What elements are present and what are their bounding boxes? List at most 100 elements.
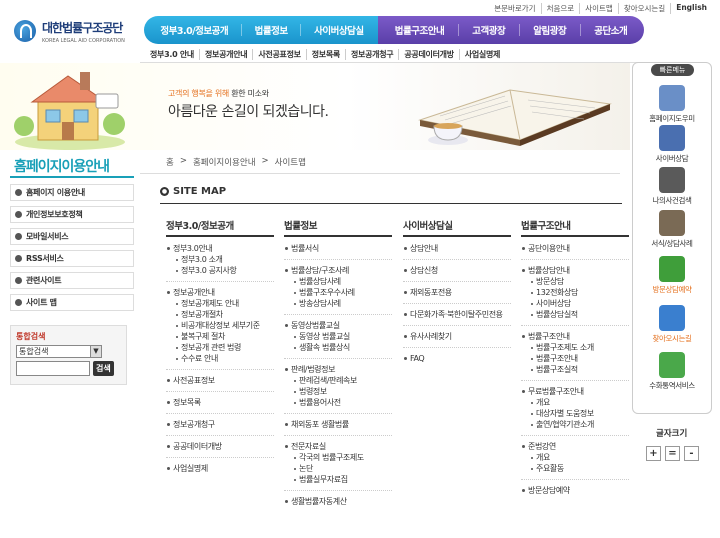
sitemap-column-head[interactable]: 법률정보	[284, 218, 392, 237]
search-scope-select[interactable]: 통합검색 ▼	[16, 345, 102, 358]
sitemap-sublink[interactable]: 대상자별 도움정보	[521, 408, 629, 419]
quick-menu-item[interactable]: 수화통역서비스	[632, 352, 712, 391]
sitemap-sublink[interactable]: 법률구조안내	[521, 353, 629, 364]
quick-menu-item[interactable]: 찾아오시는길	[632, 305, 712, 344]
sitemap-sublink[interactable]: 판례검색/판례속보	[284, 375, 392, 386]
sitemap-sublink[interactable]: 정보공개절차	[166, 309, 274, 320]
sitemap-link[interactable]: 생활법률자동계산	[284, 496, 392, 507]
sitemap-sublink[interactable]: 사이버상담	[521, 298, 629, 309]
subnav-project-name[interactable]: 사업실명제	[458, 49, 505, 60]
sitemap-sublink[interactable]: 방문상담	[521, 276, 629, 287]
sitemap-link[interactable]: 상담안내	[403, 243, 511, 254]
sitemap-sublink[interactable]: 정보공개제도 안내	[166, 298, 274, 309]
sitemap-column-head[interactable]: 사이버상담실	[403, 218, 511, 237]
sitemap-sublink[interactable]: 생활속 법률상식	[284, 342, 392, 353]
sitemap-link[interactable]: 공단이용안내	[521, 243, 629, 254]
font-decrease-button[interactable]: -	[684, 446, 699, 461]
sitemap-link[interactable]: 동영상법률교실	[284, 320, 392, 331]
sitemap-sublink[interactable]: 수수료 안내	[166, 353, 274, 364]
sitemap-link[interactable]: 공공데이터개방	[166, 441, 274, 452]
sitemap-link[interactable]: 법률상담안내	[521, 265, 629, 276]
sitemap-link[interactable]: 상담신청	[403, 265, 511, 276]
sitemap-sublink[interactable]: 법률용어사전	[284, 397, 392, 408]
sitemap-sublink[interactable]: 법률구조실적	[521, 364, 629, 375]
quick-menu-item[interactable]: 방문상담예약	[632, 256, 712, 295]
font-reset-button[interactable]: =	[665, 446, 680, 461]
gnb-legal-aid[interactable]: 법률구조안내	[395, 23, 445, 37]
left-menu-site-guide[interactable]: 홈페이지 이용안내	[10, 184, 134, 201]
skip-to-content-link[interactable]: 본문바로가기	[489, 3, 540, 14]
sitemap-link[interactable]: 재외동포전용	[403, 287, 511, 298]
sitemap-sublink[interactable]: 개요	[521, 452, 629, 463]
sitemap-link[interactable]: 사업실명제	[166, 463, 274, 474]
sitemap-link[interactable]: 무료법률구조안내	[521, 386, 629, 397]
sitemap-link[interactable]: 법률상담/구조사례	[284, 265, 392, 276]
sitemap-link[interactable]: 법률서식	[284, 243, 392, 254]
sitemap-link[interactable]: 채외동포 생활법률	[284, 419, 392, 430]
subnav-open-data[interactable]: 공공데이터개방	[398, 49, 458, 60]
sitemap-sublink[interactable]: 법률상담사례	[284, 276, 392, 287]
quick-menu-item[interactable]: 홈페이지도우미	[632, 85, 712, 124]
subnav-info-list[interactable]: 정보목록	[305, 49, 345, 60]
gnb-about[interactable]: 공단소개	[594, 23, 627, 37]
sitemap-link[interactable]: 정보공개안내	[166, 287, 274, 298]
directions-link[interactable]: 찾아오시는길	[617, 3, 670, 14]
sitemap-sublink[interactable]: 개요	[521, 397, 629, 408]
sitemap-link[interactable]: 유사사례찾기	[403, 331, 511, 342]
sitemap-link[interactable]: 정보공개청구	[166, 419, 274, 430]
left-menu-rss[interactable]: RSS서비스	[10, 250, 134, 267]
search-button[interactable]: 검색	[93, 361, 114, 376]
sitemap-sublink[interactable]: 정보공개 관련 법령	[166, 342, 274, 353]
breadcrumb-section[interactable]: 홈페이지이용안내	[193, 156, 256, 168]
left-menu-sitemap[interactable]: 사이트 맵	[10, 294, 134, 311]
sitemap-sublink[interactable]: 법률상담실적	[521, 309, 629, 320]
sitemap-link[interactable]: 사전공표정보	[166, 375, 274, 386]
sitemap-sublink[interactable]: 법률실무자료집	[284, 474, 392, 485]
subnav-info-request[interactable]: 정보공개청구	[345, 49, 398, 60]
left-menu-mobile[interactable]: 모바일서비스	[10, 228, 134, 245]
font-increase-button[interactable]: +	[646, 446, 661, 461]
sitemap-link[interactable]: 준법강연	[521, 441, 629, 452]
sitemap-link[interactable]: 법률구조안내	[521, 331, 629, 342]
sitemap-sublink[interactable]: 법령정보	[284, 386, 392, 397]
sitemap-link[interactable]: 정보목록	[166, 397, 274, 408]
sitemap-sublink[interactable]: 각국의 법률구조제도	[284, 452, 392, 463]
english-link[interactable]: English	[670, 3, 712, 14]
sitemap-link[interactable]: FAQ	[403, 353, 511, 364]
gnb-customer-plaza[interactable]: 고객광장	[472, 23, 505, 37]
sitemap-link[interactable]: 정부3.0안내	[166, 243, 274, 254]
quick-menu-item[interactable]: 사이버상담	[632, 125, 712, 164]
sitemap-sublink[interactable]: 법률구조우수사례	[284, 287, 392, 298]
gnb-notice-plaza[interactable]: 알림광장	[533, 23, 566, 37]
quick-menu-item[interactable]: 나의사건검색	[632, 167, 712, 206]
sitemap-sublink[interactable]: 주요활동	[521, 463, 629, 474]
sitemap-column-head[interactable]: 정부3.0/정보공개	[166, 218, 274, 237]
breadcrumb-home[interactable]: 홈	[166, 156, 174, 168]
sitemap-sublink[interactable]: 동영상 법률교실	[284, 331, 392, 342]
sitemap-link[interactable]: 전문자료실	[284, 441, 392, 452]
subnav-pre-disclosure[interactable]: 사전공표정보	[252, 49, 305, 60]
sitemap-sublink[interactable]: 출연/협약기관소개	[521, 419, 629, 430]
sitemap-link[interactable]: 사이트맵	[579, 3, 618, 14]
sitemap-sublink[interactable]: 방송상담사례	[284, 298, 392, 309]
sitemap-sublink[interactable]: 정부3.0 소개	[166, 254, 274, 265]
gnb-cyber-counsel[interactable]: 사이버상담실	[314, 23, 364, 37]
search-input[interactable]	[16, 361, 90, 376]
left-menu-related-sites[interactable]: 관련사이트	[10, 272, 134, 289]
home-link[interactable]: 처음으로	[540, 3, 580, 14]
sitemap-sublink[interactable]: 논단	[284, 463, 392, 474]
left-menu-privacy[interactable]: 개인정보보호정책	[10, 206, 134, 223]
subnav-info-guide[interactable]: 정보공개안내	[199, 49, 252, 60]
gnb-gov30[interactable]: 정부3.0/정보공개	[160, 23, 228, 37]
quick-menu-item[interactable]: 서식/상담사례	[632, 210, 712, 249]
sitemap-link[interactable]: 방문상담예약	[521, 485, 629, 496]
sitemap-sublink[interactable]: 정부3.0 공지사항	[166, 265, 274, 276]
sitemap-column-head[interactable]: 법률구조안내	[521, 218, 629, 237]
sitemap-sublink[interactable]: 불복구제 절차	[166, 331, 274, 342]
sitemap-sublink[interactable]: 비공개대상정보 세부기준	[166, 320, 274, 331]
sitemap-sublink[interactable]: 132전화상담	[521, 287, 629, 298]
site-logo[interactable]: 대한법률구조공단 KOREA LEGAL AID CORPORATION	[14, 14, 134, 48]
gnb-legal-info[interactable]: 법률정보	[255, 23, 288, 37]
sitemap-link[interactable]: 다문화가족·북한이탈주민전용	[403, 309, 511, 320]
sitemap-link[interactable]: 판례/법령정보	[284, 364, 392, 375]
